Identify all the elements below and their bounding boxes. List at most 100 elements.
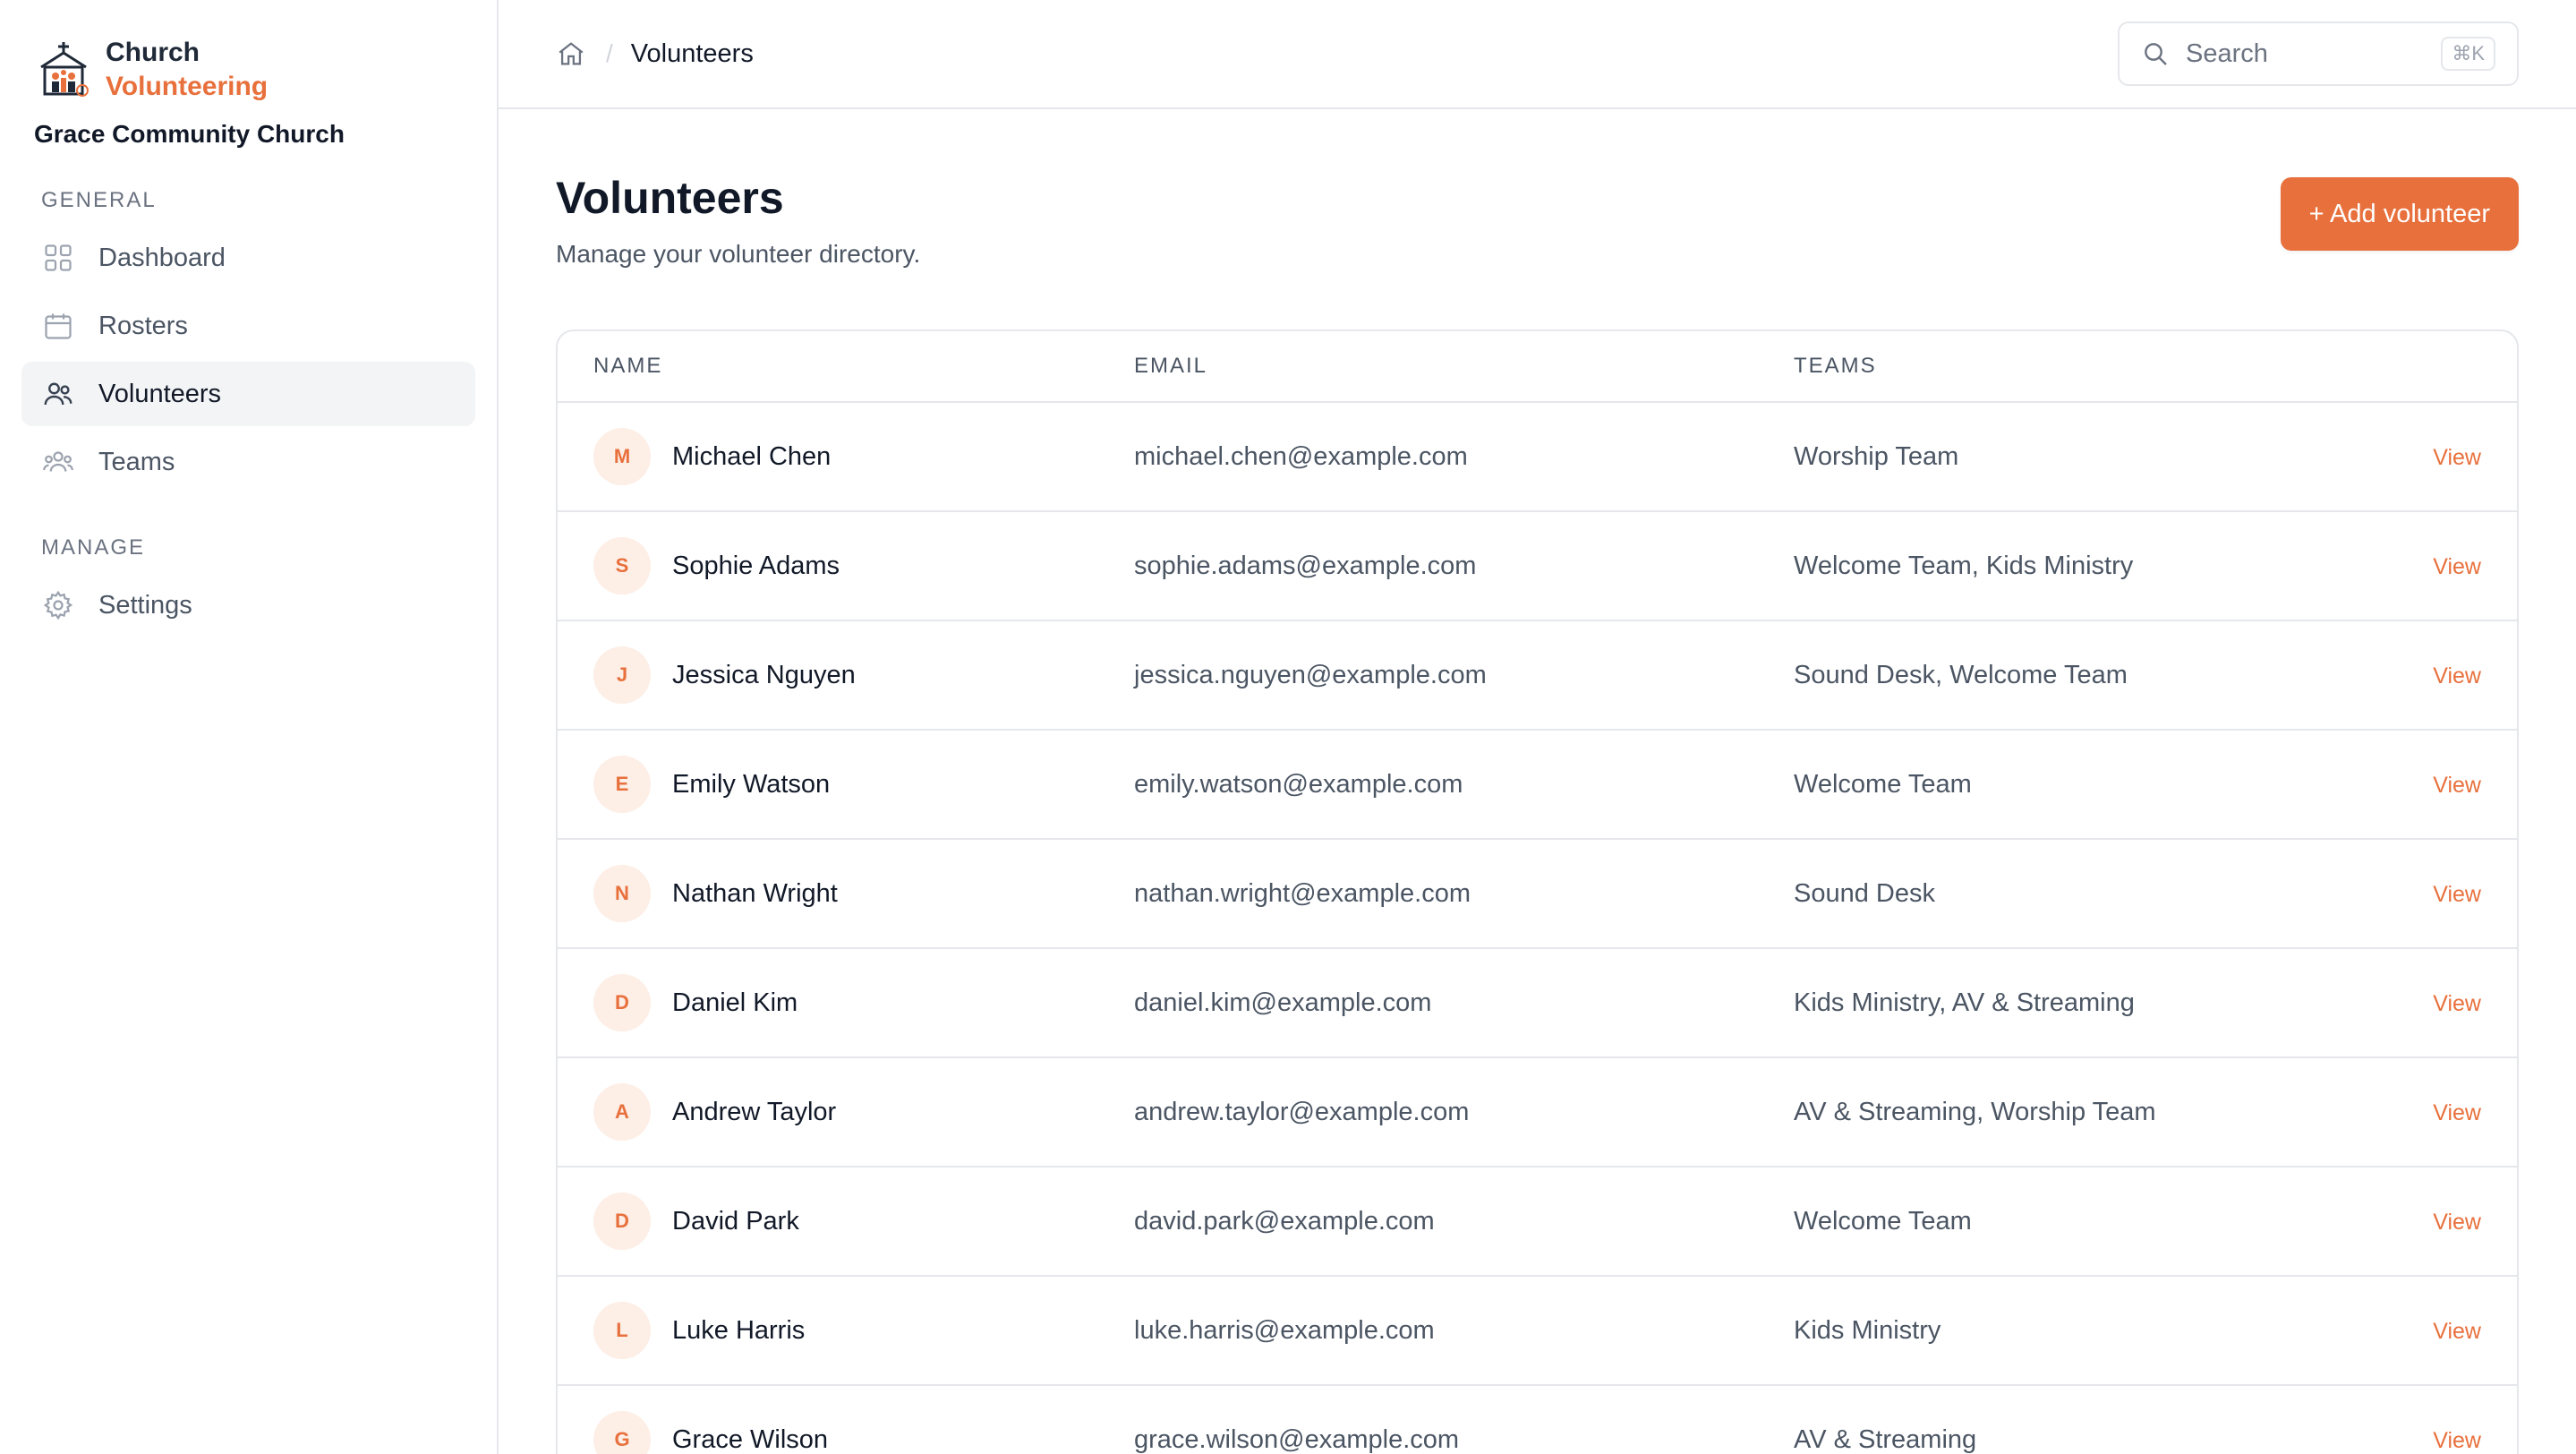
sidebar-item-teams[interactable]: Teams xyxy=(21,430,475,494)
volunteer-teams: Worship Team xyxy=(1794,441,1959,471)
volunteer-name[interactable]: Daniel Kim xyxy=(672,988,798,1018)
table-row[interactable]: J Jessica Nguyen jessica.nguyen@example.co… xyxy=(558,621,2517,731)
sidebar-item-label: Dashboard xyxy=(98,243,226,272)
column-header-name[interactable]: NAME xyxy=(593,354,1134,379)
table-row[interactable]: D Daniel Kim daniel.kim@example.com Kids Mi… xyxy=(558,949,2517,1058)
page-subtitle: Manage your volunteer directory. xyxy=(556,240,921,268)
view-link[interactable]: View xyxy=(2433,1100,2481,1125)
view-link[interactable]: View xyxy=(2433,1428,2481,1453)
view-link[interactable]: View xyxy=(2433,1210,2481,1235)
sidebar-item-dashboard[interactable]: Dashboard xyxy=(21,226,475,290)
main-content: / Volunteers Search ⌘K Volunteers Manage… xyxy=(499,0,2576,1454)
volunteer-teams: Sound Desk xyxy=(1794,878,1935,908)
table-row[interactable]: N Nathan Wright nathan.wright@example.com S… xyxy=(558,840,2517,949)
volunteer-email: emily.watson@example.com xyxy=(1134,769,1463,799)
sidebar-item-label: Settings xyxy=(98,590,192,620)
volunteer-name[interactable]: Sophie Adams xyxy=(672,552,840,581)
volunteers-table: NAME EMAIL TEAMS M Michael Chen michael.ch… xyxy=(556,329,2519,1454)
table-row[interactable]: G Grace Wilson grace.wilson@example.com AV … xyxy=(558,1386,2517,1454)
avatar: A xyxy=(593,1083,651,1141)
sidebar-item-rosters[interactable]: Rosters xyxy=(21,294,475,358)
volunteer-name[interactable]: David Park xyxy=(672,1207,799,1236)
table-row[interactable]: A Andrew Taylor andrew.taylor@example.com A… xyxy=(558,1058,2517,1167)
sidebar-item-label: Rosters xyxy=(98,311,188,340)
column-header-email[interactable]: EMAIL xyxy=(1134,354,1794,379)
view-link[interactable]: View xyxy=(2433,882,2481,907)
volunteer-name[interactable]: Michael Chen xyxy=(672,442,831,472)
avatar: E xyxy=(593,756,651,813)
volunteer-teams: AV & Streaming, Worship Team xyxy=(1794,1097,2156,1126)
church-logo-icon xyxy=(40,42,89,97)
volunteer-email: andrew.taylor@example.com xyxy=(1134,1097,1470,1126)
avatar: D xyxy=(593,1193,651,1250)
volunteer-name[interactable]: Nathan Wright xyxy=(672,879,838,909)
volunteer-name-cell: A Andrew Taylor xyxy=(593,1083,1134,1141)
volunteer-teams: Welcome Team, Kids Ministry xyxy=(1794,551,2134,580)
table-row[interactable]: M Michael Chen michael.chen@example.com Wor… xyxy=(558,403,2517,512)
view-link[interactable]: View xyxy=(2433,554,2481,579)
table-row[interactable]: S Sophie Adams sophie.adams@example.com Wel… xyxy=(558,512,2517,621)
volunteer-name[interactable]: Andrew Taylor xyxy=(672,1098,836,1127)
brand[interactable]: Church Volunteering xyxy=(21,34,475,106)
page-title: Volunteers xyxy=(556,173,784,223)
avatar: L xyxy=(593,1302,651,1359)
table-row[interactable]: L Luke Harris luke.harris@example.com Kids … xyxy=(558,1277,2517,1386)
volunteer-name-cell: M Michael Chen xyxy=(593,428,1134,485)
group-icon xyxy=(41,445,75,479)
volunteer-teams: Welcome Team xyxy=(1794,769,1972,799)
sidebar-item-label: Volunteers xyxy=(98,379,222,408)
sidebar-item-settings[interactable]: Settings xyxy=(21,573,475,637)
volunteer-email: jessica.nguyen@example.com xyxy=(1134,660,1487,689)
view-link[interactable]: View xyxy=(2433,445,2481,470)
avatar: S xyxy=(593,537,651,594)
brand-tagline: Volunteering xyxy=(106,72,269,101)
volunteer-email: nathan.wright@example.com xyxy=(1134,878,1471,908)
volunteer-teams: AV & Streaming xyxy=(1794,1424,1977,1454)
search-icon xyxy=(2145,43,2167,65)
page-header: Volunteers Manage your volunteer directo… xyxy=(499,109,2576,269)
users-icon xyxy=(41,377,75,411)
volunteer-name[interactable]: Luke Harris xyxy=(672,1316,805,1346)
gear-icon xyxy=(41,588,75,622)
volunteer-email: david.park@example.com xyxy=(1134,1206,1435,1236)
sidebar-item-volunteers[interactable]: Volunteers xyxy=(21,362,475,426)
volunteer-name-cell: N Nathan Wright xyxy=(593,865,1134,922)
search-shortcut: ⌘K xyxy=(2441,37,2495,71)
volunteer-name[interactable]: Jessica Nguyen xyxy=(672,661,856,690)
volunteer-name-cell: J Jessica Nguyen xyxy=(593,646,1134,704)
search-placeholder: Search xyxy=(2186,38,2268,68)
volunteer-email: sophie.adams@example.com xyxy=(1134,551,1477,580)
avatar: D xyxy=(593,974,651,1031)
breadcrumb-current: Volunteers xyxy=(630,38,754,68)
sidebar-item-label: Teams xyxy=(98,447,175,476)
avatar: J xyxy=(593,646,651,704)
volunteer-email: grace.wilson@example.com xyxy=(1134,1424,1460,1454)
table-row[interactable]: D David Park david.park@example.com Welcome… xyxy=(558,1167,2517,1277)
breadcrumb: / Volunteers xyxy=(556,38,754,69)
view-link[interactable]: View xyxy=(2433,773,2481,798)
volunteer-teams: Kids Ministry, AV & Streaming xyxy=(1794,988,2135,1017)
volunteer-name[interactable]: Emily Watson xyxy=(672,770,830,800)
volunteer-email: michael.chen@example.com xyxy=(1134,441,1468,471)
view-link[interactable]: View xyxy=(2433,1319,2481,1344)
sidebar: Church Volunteering Grace Community Chur… xyxy=(0,0,499,1454)
view-link[interactable]: View xyxy=(2433,663,2481,689)
breadcrumb-separator: / xyxy=(606,39,613,67)
volunteer-name[interactable]: Grace Wilson xyxy=(672,1425,828,1454)
volunteer-teams: Kids Ministry xyxy=(1794,1315,1941,1345)
nav-section-manage: MANAGE xyxy=(41,535,146,560)
volunteer-name-cell: L Luke Harris xyxy=(593,1302,1134,1359)
volunteer-email: daniel.kim@example.com xyxy=(1134,988,1432,1017)
home-icon[interactable] xyxy=(556,38,586,69)
search-input[interactable]: Search ⌘K xyxy=(2118,21,2519,86)
table-body: M Michael Chen michael.chen@example.com Wor… xyxy=(558,403,2517,1454)
volunteer-name-cell: D Daniel Kim xyxy=(593,974,1134,1031)
calendar-icon xyxy=(41,309,75,343)
organization-name: Grace Community Church xyxy=(34,120,345,148)
volunteer-teams: Welcome Team xyxy=(1794,1206,1972,1236)
avatar: M xyxy=(593,428,651,485)
column-header-teams[interactable]: TEAMS xyxy=(1794,354,2374,379)
add-volunteer-button[interactable]: + Add volunteer xyxy=(2280,177,2519,251)
view-link[interactable]: View xyxy=(2433,991,2481,1016)
table-row[interactable]: E Emily Watson emily.watson@example.com Wel… xyxy=(558,731,2517,840)
